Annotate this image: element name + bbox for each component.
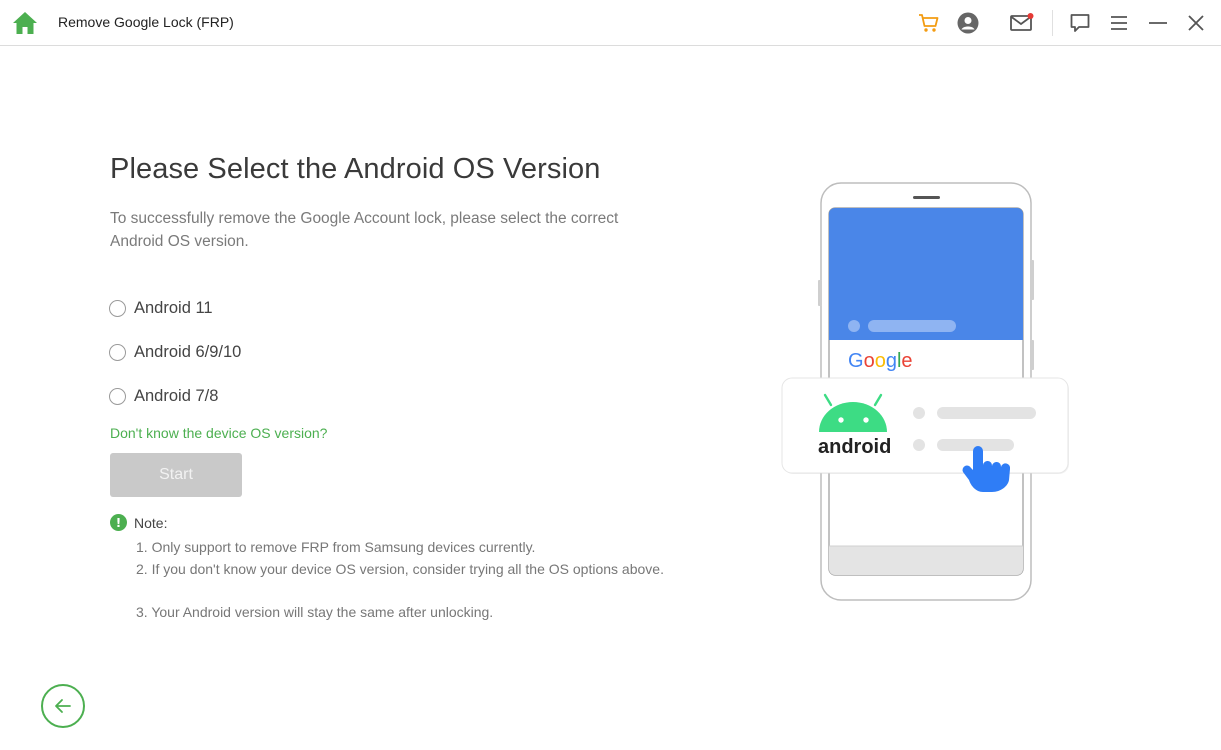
account-icon[interactable] (955, 10, 981, 36)
info-icon: ! (110, 514, 127, 531)
note-title: Note: (134, 514, 168, 531)
android-logo: android (818, 436, 891, 458)
note-item: 3. Your Android version will stay the sa… (136, 604, 494, 620)
home-icon[interactable] (11, 10, 39, 36)
toolbar-divider (1052, 10, 1053, 36)
unknown-os-version-link[interactable]: Don't know the device OS version? (110, 425, 327, 441)
mail-icon[interactable] (1009, 10, 1035, 36)
radio-button[interactable] (109, 299, 126, 317)
option-android-6-9-10[interactable]: Android 6/9/10 (109, 341, 241, 363)
app-title: Remove Google Lock (FRP) (58, 14, 234, 30)
menu-icon[interactable] (1106, 10, 1132, 36)
option-label: Android 11 (134, 298, 213, 317)
back-button[interactable] (41, 684, 85, 728)
option-android-11[interactable]: Android 11 (109, 297, 213, 319)
arrow-left-icon (55, 699, 71, 713)
cart-icon[interactable] (916, 10, 942, 36)
page-title: Please Select the Android OS Version (110, 153, 601, 185)
option-label: Android 6/9/10 (134, 342, 242, 361)
close-icon[interactable] (1183, 10, 1209, 36)
option-android-7-8[interactable]: Android 7/8 (109, 385, 218, 407)
note-header: ! Note: (110, 514, 167, 531)
radio-button[interactable] (109, 387, 126, 405)
radio-button[interactable] (109, 343, 126, 361)
minimize-icon[interactable] (1145, 10, 1171, 36)
page-subtitle: To successfully remove the Google Accoun… (110, 210, 619, 250)
start-button[interactable]: Start (110, 453, 242, 497)
feedback-icon[interactable] (1067, 10, 1093, 36)
option-label: Android 7/8 (134, 386, 219, 405)
phone-illustration: Google android (780, 180, 1080, 605)
note-item: 1. Only support to remove FRP from Samsu… (136, 539, 536, 555)
title-bar: Remove Google Lock (FRP) (0, 0, 1221, 46)
note-item: 2. If you don't know your device OS vers… (136, 561, 664, 577)
google-logo: Google (848, 350, 913, 372)
